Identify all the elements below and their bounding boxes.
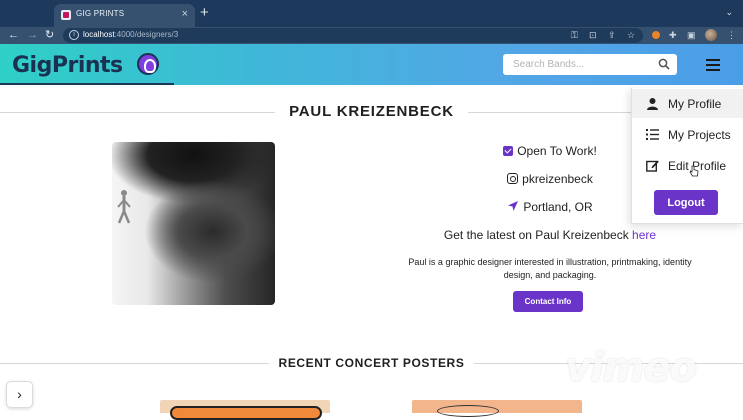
logout-button[interactable]: Logout	[654, 190, 718, 215]
latest-text: Get the latest on Paul Kreizenbeck	[443, 228, 629, 242]
browser-tab-strip: GIG PRINTS × + ⌄	[0, 0, 743, 27]
open-to-work-label: Open To Work!	[517, 144, 597, 158]
url-path: :4000/designers/3	[114, 30, 179, 39]
logo-mascot-icon	[137, 53, 159, 75]
posters-heading: RECENT CONCERT POSTERS	[268, 356, 475, 370]
side-panel-icon[interactable]: ▣	[687, 29, 696, 41]
chevron-right-icon[interactable]: ›	[6, 381, 33, 408]
poster-card[interactable]	[160, 400, 330, 420]
share-icon[interactable]: ⇪	[608, 29, 616, 41]
location-text: Portland, OR	[523, 200, 593, 214]
checkbox-checked-icon	[503, 146, 514, 156]
edit-icon	[646, 160, 659, 172]
extension-icon[interactable]	[652, 31, 660, 39]
menu-item-my-projects[interactable]: My Projects	[632, 120, 743, 149]
forward-arrow-icon[interactable]: →	[27, 28, 38, 42]
user-menu: My Profile My Projects Edit Profile Logo…	[631, 88, 743, 224]
chevron-down-icon[interactable]: ⌄	[725, 7, 733, 18]
hamburger-menu-icon[interactable]	[706, 59, 720, 71]
bookmark-star-icon[interactable]: ☆	[627, 29, 635, 41]
url-host: localhost	[83, 30, 115, 39]
browser-avatar[interactable]	[705, 29, 717, 41]
back-arrow-icon[interactable]: ←	[8, 28, 19, 42]
instagram-handle[interactable]: pkreizenbeck	[522, 172, 593, 186]
site-header: GigPrints	[0, 44, 743, 85]
poster-card[interactable]	[412, 400, 582, 417]
hand-cursor-icon	[689, 165, 699, 177]
tab-title: GIG PRINTS	[76, 9, 125, 18]
search-input[interactable]	[513, 57, 653, 72]
designer-name: PAUL KREIZENBECK	[275, 103, 468, 120]
close-tab-icon[interactable]: ×	[182, 7, 188, 21]
puzzle-extensions-icon[interactable]: ✚	[669, 29, 677, 41]
menu-item-edit-profile[interactable]: Edit Profile	[632, 151, 743, 180]
location-arrow-icon	[508, 201, 519, 211]
latest-row: Get the latest on Paul Kreizenbeck here	[395, 228, 705, 242]
browser-tab[interactable]: GIG PRINTS ×	[54, 4, 195, 27]
reload-icon[interactable]: ↻	[45, 28, 54, 42]
new-tab-icon[interactable]: +	[200, 5, 209, 20]
header-underline	[0, 83, 174, 85]
favicon-icon	[61, 10, 71, 20]
site-info-icon[interactable]: i	[69, 30, 79, 40]
contact-info-button[interactable]: Contact Info	[513, 291, 583, 312]
browser-toolbar: ← → ↻ i localhost:4000/designers/3 ⚿ ⊡ ⇪…	[0, 27, 743, 44]
designer-bio: Paul is a graphic designer interested in…	[408, 257, 692, 280]
menu-item-my-profile[interactable]: My Profile	[632, 89, 743, 118]
designer-photo	[112, 142, 275, 305]
url-text: localhost:4000/designers/3	[83, 30, 178, 39]
site-logo[interactable]: GigPrints	[12, 53, 123, 78]
install-icon[interactable]: ⊡	[589, 29, 597, 41]
user-icon	[647, 98, 658, 110]
menu-item-label: My Profile	[668, 97, 722, 111]
menu-item-label: My Projects	[668, 128, 731, 142]
instagram-icon	[507, 173, 519, 184]
address-bar[interactable]: i localhost:4000/designers/3 ⚿ ⊡ ⇪ ☆	[63, 28, 643, 43]
vimeo-watermark: vimeo	[565, 345, 697, 391]
search-icon[interactable]	[658, 58, 670, 70]
key-icon[interactable]: ⚿	[571, 29, 578, 41]
photo-figure	[117, 190, 131, 224]
latest-link[interactable]: here	[632, 228, 656, 242]
more-menu-icon[interactable]: ⋮	[727, 29, 736, 41]
search-box	[503, 54, 677, 75]
list-icon	[646, 129, 659, 140]
